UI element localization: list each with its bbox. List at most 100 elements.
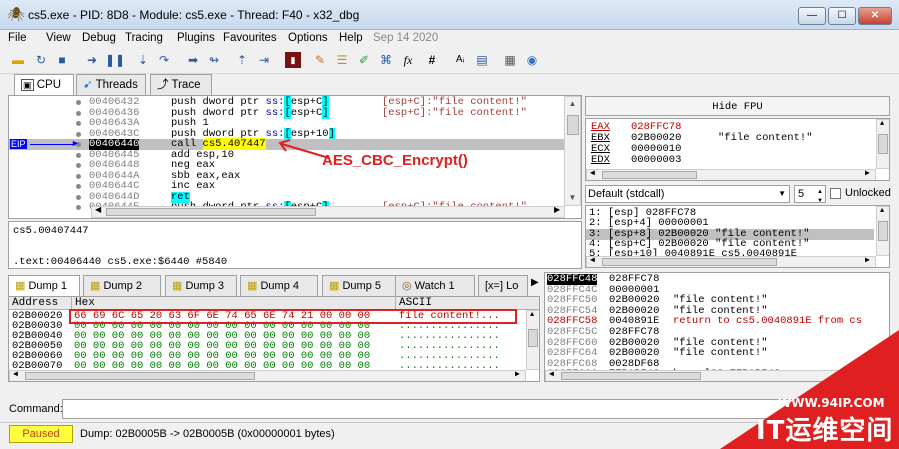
- scroll-down-icon[interactable]: ▼: [565, 191, 580, 206]
- breakpoint-dot-icon[interactable]: [76, 184, 81, 189]
- breakpoint-dot-icon[interactable]: [76, 110, 81, 116]
- registers-hscrollbar[interactable]: ◀ ▶: [586, 168, 876, 180]
- breakpoint-dot-icon[interactable]: [76, 194, 81, 200]
- scroll-thumb[interactable]: [878, 134, 888, 154]
- tab-cpu[interactable]: ▣ CPU: [14, 74, 74, 95]
- stop-icon[interactable]: ■: [54, 52, 70, 68]
- scroll-right-icon[interactable]: ▶: [865, 168, 870, 178]
- hash-icon[interactable]: #: [424, 52, 440, 68]
- unlocked-checkbox[interactable]: [830, 188, 841, 199]
- menu-favourites[interactable]: Favourites: [223, 32, 277, 44]
- registers-vscrollbar[interactable]: ▲: [876, 119, 889, 169]
- dump-pane[interactable]: Address Hex ASCII 02B00020 66 69 6C 65 20…: [8, 296, 540, 382]
- function-icon[interactable]: fx: [400, 52, 416, 68]
- registers-pane[interactable]: EAX 028FFC78 EBX 02B00020 "file content!" ECX…: [585, 118, 890, 181]
- breakpoint-dot-icon[interactable]: [76, 163, 81, 168]
- tab-threads[interactable]: ➹ Threads: [76, 74, 146, 95]
- preferences-icon[interactable]: ▤: [474, 52, 490, 68]
- scroll-left-icon[interactable]: ◀: [13, 369, 18, 379]
- menu-options[interactable]: Options: [288, 32, 328, 44]
- hscroll-thumb[interactable]: [602, 171, 697, 179]
- scroll-right-icon[interactable]: ▶: [554, 205, 560, 214]
- menu-file[interactable]: File: [8, 32, 27, 44]
- hscroll-thumb[interactable]: [106, 208, 316, 216]
- breakpoint-dot-icon[interactable]: [76, 100, 81, 105]
- restart-icon[interactable]: ↻: [33, 52, 49, 68]
- pause-icon[interactable]: ❚❚: [105, 52, 125, 68]
- scroll-up-icon[interactable]: ▲: [880, 120, 884, 128]
- menu-help[interactable]: Help: [339, 32, 363, 44]
- bookmark-icon[interactable]: ⌘: [378, 52, 394, 68]
- run-icon[interactable]: ➜: [84, 52, 100, 68]
- dump-vscrollbar[interactable]: ▲: [526, 310, 539, 370]
- arguments-vscrollbar[interactable]: ▲: [876, 206, 889, 256]
- calculator-icon[interactable]: ▦: [502, 52, 518, 68]
- tab-scroll-right-icon[interactable]: ▶: [531, 277, 539, 288]
- run-to-user-code-icon[interactable]: ⇥: [256, 52, 272, 68]
- scroll-thumb[interactable]: [878, 221, 888, 241]
- scroll-up-icon[interactable]: ▲: [880, 207, 884, 215]
- maximize-button[interactable]: ☐: [828, 7, 856, 25]
- disasm-hscrollbar[interactable]: ◀ ▶: [91, 205, 565, 218]
- tab-dump-5[interactable]: ▦ Dump 5: [322, 275, 400, 296]
- calling-convention-select[interactable]: Default (stdcall) ▼: [585, 185, 790, 203]
- tab-dump-3[interactable]: ▦ Dump 3: [165, 275, 237, 296]
- breakpoint-dot-icon[interactable]: [76, 205, 81, 210]
- tab-x-lo[interactable]: [x=] Lo: [478, 275, 528, 296]
- menu-debug[interactable]: Debug: [82, 32, 116, 44]
- breakpoint-dot-icon[interactable]: [76, 152, 81, 158]
- step-into-icon[interactable]: ⇣: [135, 52, 151, 68]
- tab-dump-2[interactable]: ▦ Dump 2: [83, 275, 161, 296]
- trace-over-icon[interactable]: ↬: [206, 52, 222, 68]
- watermark-text: IT运维空间: [756, 416, 894, 446]
- step-over-icon[interactable]: ↷: [156, 52, 172, 68]
- arg-count-spinbox[interactable]: 5 ▲ ▼: [794, 185, 826, 204]
- scroll-up-icon[interactable]: ▲: [530, 311, 534, 319]
- scroll-left-icon[interactable]: ◀: [95, 205, 101, 214]
- about-icon[interactable]: ◉: [524, 52, 540, 68]
- font-icon[interactable]: Aᵢ: [452, 52, 468, 68]
- patch-icon[interactable]: ✎: [312, 52, 328, 68]
- scroll-right-icon[interactable]: ▶: [865, 255, 870, 265]
- label-icon[interactable]: ✐: [356, 52, 372, 68]
- open-icon[interactable]: ▬: [10, 52, 26, 68]
- tab-dump-4[interactable]: ▦ Dump 4: [240, 275, 318, 296]
- execute-till-return-icon[interactable]: ⇡: [234, 52, 250, 68]
- hide-fpu-button[interactable]: Hide FPU: [585, 96, 890, 116]
- register-row[interactable]: ECX 00000010: [586, 144, 874, 155]
- close-button[interactable]: ✕: [858, 7, 892, 25]
- breakpoint-dot-icon[interactable]: [76, 121, 81, 126]
- scroll-left-icon[interactable]: ◀: [549, 369, 554, 379]
- breakpoint-dot-icon[interactable]: [76, 173, 81, 179]
- tab-dump-1[interactable]: ▦ Dump 1: [8, 275, 80, 296]
- hscroll-thumb[interactable]: [561, 372, 701, 380]
- comment-icon[interactable]: ☰: [334, 52, 350, 68]
- breakpoint-dot-icon[interactable]: [76, 131, 81, 137]
- menu-tracing[interactable]: Tracing: [125, 32, 163, 44]
- menu-plugins[interactable]: Plugins: [177, 32, 215, 44]
- scroll-up-icon[interactable]: ▲: [565, 97, 580, 112]
- trace-into-icon[interactable]: ➡: [185, 52, 201, 68]
- scroll-thumb[interactable]: [567, 115, 579, 135]
- dump-icon: ▦: [247, 280, 258, 292]
- scroll-right-icon[interactable]: ▶: [515, 369, 520, 379]
- minimize-button[interactable]: —: [798, 7, 826, 25]
- disassembly-pane[interactable]: 00406432 push dword ptr ss:[esp+C] [esp+C]…: [8, 95, 582, 219]
- dump-hscrollbar[interactable]: ◀ ▶: [9, 369, 526, 381]
- hscroll-thumb[interactable]: [25, 372, 255, 380]
- tab-trace[interactable]: ⤴ Trace: [150, 74, 212, 95]
- disasm-vscrollbar[interactable]: ▲ ▼: [564, 96, 581, 206]
- highlight-box: [69, 309, 517, 324]
- command-value[interactable]: [63, 403, 66, 415]
- register-row[interactable]: EBX 02B00020 "file content!": [586, 133, 874, 144]
- menu-view[interactable]: View: [46, 32, 71, 44]
- register-row[interactable]: EDX 00000003: [586, 155, 874, 166]
- arguments-hscrollbar[interactable]: ◀ ▶: [586, 255, 876, 267]
- scylla-icon[interactable]: ▮: [285, 52, 301, 68]
- hscroll-thumb[interactable]: [602, 258, 777, 266]
- scroll-left-icon[interactable]: ◀: [590, 255, 595, 265]
- tab-watch-1[interactable]: ◎ Watch 1: [395, 275, 475, 296]
- scroll-left-icon[interactable]: ◀: [590, 168, 595, 178]
- scroll-thumb[interactable]: [528, 329, 538, 347]
- arguments-pane[interactable]: 1: [esp] 028FFC78 2: [esp+4] 00000001 3: […: [585, 205, 890, 268]
